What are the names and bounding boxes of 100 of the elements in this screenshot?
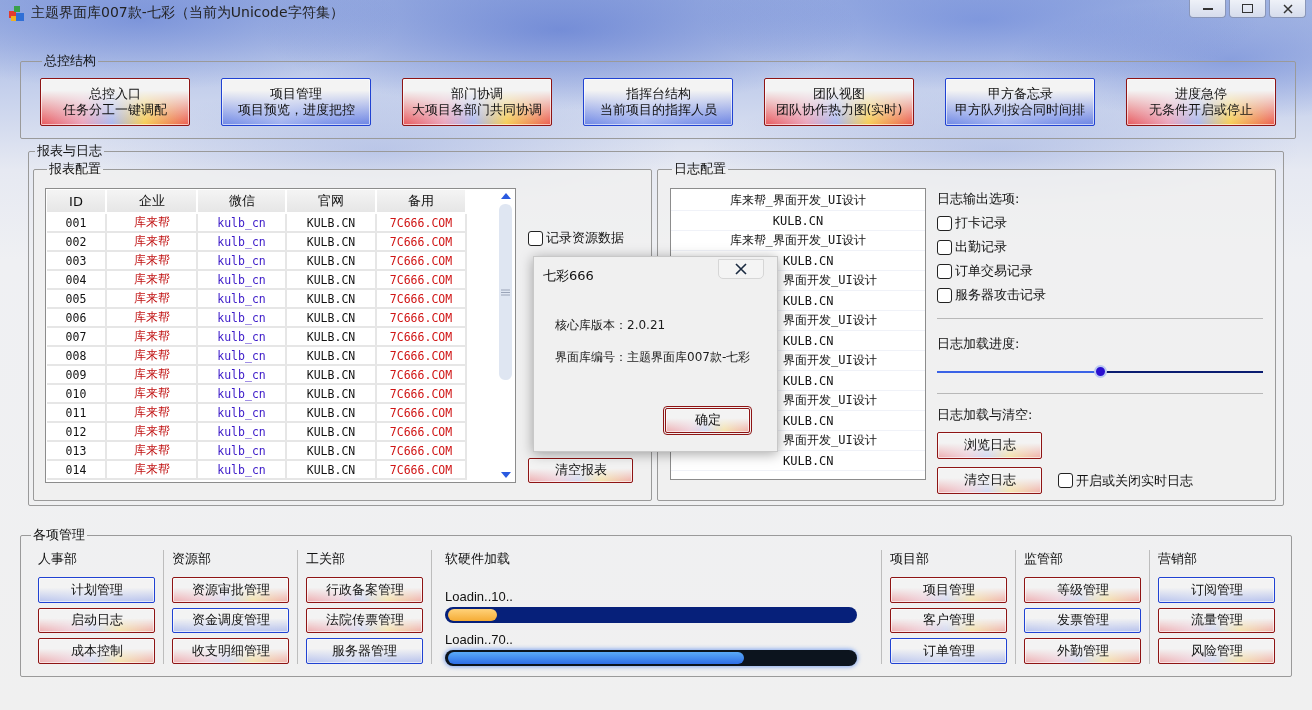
- section-title: 工关部: [306, 550, 346, 568]
- department-button[interactable]: 流量管理: [1158, 607, 1275, 634]
- close-button[interactable]: [1269, 0, 1306, 18]
- table-cell: 库来帮: [107, 423, 198, 442]
- log-entry[interactable]: KULB.CN: [783, 413, 834, 428]
- department-button[interactable]: 项目管理: [890, 577, 1007, 603]
- table-cell: KULB.CN: [287, 385, 377, 404]
- checkbox-label: 服务器攻击记录: [955, 286, 1046, 304]
- close-icon: [1282, 3, 1293, 14]
- department-button[interactable]: 服务器管理: [306, 638, 423, 664]
- table-cell: kulb_cn: [198, 423, 287, 442]
- table-cell: kulb_cn: [198, 252, 287, 271]
- department-button[interactable]: 资金调度管理: [172, 607, 289, 634]
- table-cell: 014: [47, 461, 107, 480]
- menu-button[interactable]: 甲方备忘录 甲方队列按合同时间排: [945, 78, 1095, 126]
- department-button[interactable]: 外勤管理: [1024, 638, 1141, 664]
- department-button[interactable]: 订阅管理: [1158, 577, 1275, 603]
- close-button[interactable]: [718, 259, 764, 279]
- log-button[interactable]: 浏览日志: [937, 432, 1042, 459]
- department-button[interactable]: 成本控制: [38, 638, 155, 664]
- section-title: 营销部: [1158, 550, 1198, 568]
- minimize-button[interactable]: [1189, 0, 1226, 18]
- department-button[interactable]: 计划管理: [38, 577, 155, 603]
- checkbox-label: 开启或关闭实时日志: [1076, 471, 1193, 490]
- table-cell: 7C666.COM: [377, 309, 467, 328]
- department-button[interactable]: 客户管理: [890, 607, 1007, 634]
- log-entry[interactable]: KULB.CN: [783, 453, 834, 468]
- table-cell: 011: [47, 404, 107, 423]
- checkbox[interactable]: [1058, 473, 1073, 488]
- menu-button[interactable]: 指挥台结构 当前项目的指挥人员: [583, 78, 733, 126]
- department-button[interactable]: 启动日志: [38, 607, 155, 634]
- menu-button[interactable]: 项目管理 项目预览，进度把控: [221, 78, 371, 126]
- table-cell: kulb_cn: [198, 366, 287, 385]
- section-title: 监管部: [1024, 550, 1064, 568]
- maximize-button[interactable]: [1229, 0, 1266, 18]
- dialog-text: 核心库版本：2.0.21: [555, 317, 667, 334]
- log-entry[interactable]: 库来帮_界面开发_UI设计: [729, 192, 867, 209]
- column-header[interactable]: 官网: [287, 190, 377, 214]
- table-cell: kulb_cn: [198, 385, 287, 404]
- section-label: 日志加载与清空:: [937, 406, 1034, 424]
- minimize-icon: [1202, 7, 1213, 10]
- department-button[interactable]: 行政备案管理: [306, 577, 423, 603]
- department-button[interactable]: 风险管理: [1158, 638, 1275, 664]
- column-header[interactable]: 企业: [107, 190, 198, 214]
- table-cell: 库来帮: [107, 271, 198, 290]
- scroll-down-icon: [499, 471, 512, 479]
- log-entry[interactable]: KULB.CN: [783, 373, 834, 388]
- table-cell: 7C666.COM: [377, 442, 467, 461]
- log-entry[interactable]: KULB.CN: [772, 213, 824, 228]
- department-button[interactable]: 资源审批管理: [172, 577, 289, 603]
- log-entry[interactable]: 界面开发_UI设计: [783, 432, 877, 449]
- menu-button[interactable]: 进度急停 无条件开启或停止: [1126, 78, 1276, 126]
- department-button[interactable]: 法院传票管理: [306, 607, 423, 634]
- log-entry[interactable]: 界面开发_UI设计: [783, 352, 877, 369]
- table-cell: kulb_cn: [198, 233, 287, 252]
- table-cell: KULB.CN: [287, 347, 377, 366]
- table-cell: 008: [47, 347, 107, 366]
- log-entry[interactable]: KULB.CN: [783, 333, 834, 348]
- progress-label: Loadin..10..: [445, 589, 514, 604]
- table-cell: 7C666.COM: [377, 233, 467, 252]
- section-title: 资源部: [172, 550, 212, 568]
- log-entry[interactable]: KULB.CN: [783, 293, 834, 308]
- menu-button[interactable]: 总控入口 任务分工一键调配: [40, 78, 190, 126]
- menu-button[interactable]: 团队视图 团队协作热力图(实时): [764, 78, 914, 126]
- table-cell: 010: [47, 385, 107, 404]
- section-title: 项目部: [890, 550, 930, 568]
- slider-thumb[interactable]: [1094, 365, 1107, 378]
- table-cell: kulb_cn: [198, 328, 287, 347]
- log-entry[interactable]: 界面开发_UI设计: [783, 312, 877, 329]
- log-button[interactable]: 清空日志: [937, 467, 1042, 494]
- department-button[interactable]: 订单管理: [890, 638, 1007, 664]
- checkbox[interactable]: [937, 263, 952, 279]
- checkbox-label: 打卡记录: [955, 214, 1007, 232]
- table-cell: 7C666.COM: [377, 214, 467, 233]
- menu-button[interactable]: 部门协调 大项目各部门共同协调: [402, 78, 552, 126]
- table-cell: kulb_cn: [198, 404, 287, 423]
- table-cell: 库来帮: [107, 290, 198, 309]
- table-cell: KULB.CN: [287, 442, 377, 461]
- table-cell: KULB.CN: [287, 423, 377, 442]
- column-header[interactable]: 微信: [198, 190, 287, 214]
- department-button[interactable]: 等级管理: [1024, 577, 1141, 603]
- ok-button[interactable]: 确定: [665, 408, 750, 433]
- log-entry[interactable]: 界面开发_UI设计: [783, 392, 877, 409]
- table-cell: KULB.CN: [287, 461, 377, 480]
- table-cell: 7C666.COM: [377, 423, 467, 442]
- department-button[interactable]: 发票管理: [1024, 607, 1141, 634]
- checkbox[interactable]: [937, 215, 952, 231]
- clear-report-button[interactable]: 清空报表: [528, 458, 633, 483]
- checkbox[interactable]: [937, 287, 952, 303]
- section-title: 人事部: [38, 550, 78, 568]
- checkbox[interactable]: [528, 230, 543, 246]
- log-entry[interactable]: KULB.CN: [783, 253, 834, 268]
- table-cell: 013: [47, 442, 107, 461]
- checkbox[interactable]: [937, 239, 952, 255]
- department-button[interactable]: 收支明细管理: [172, 638, 289, 664]
- column-header[interactable]: 备用: [377, 190, 467, 214]
- table-cell: 7C666.COM: [377, 366, 467, 385]
- log-entry[interactable]: 界面开发_UI设计: [783, 272, 877, 289]
- column-header[interactable]: ID: [47, 190, 107, 214]
- log-entry[interactable]: 库来帮_界面开发_UI设计: [729, 232, 867, 249]
